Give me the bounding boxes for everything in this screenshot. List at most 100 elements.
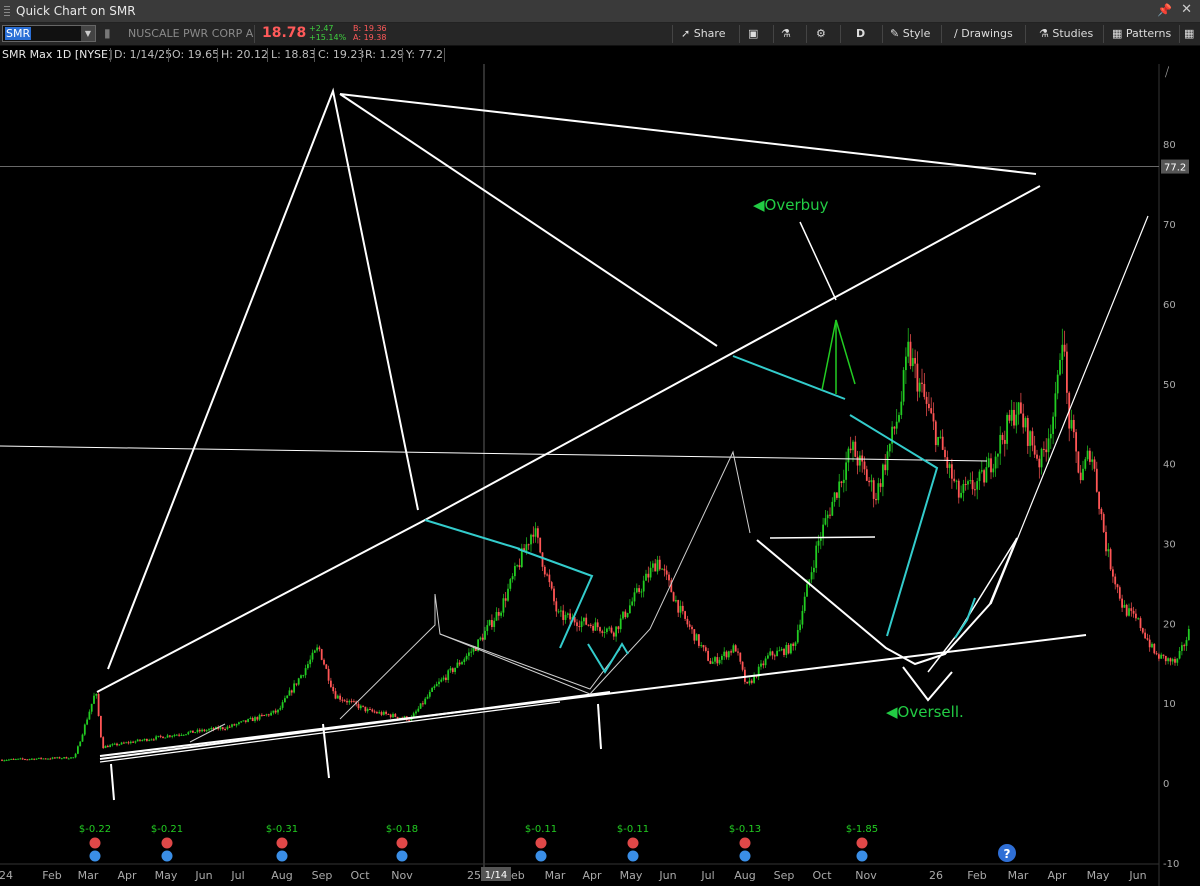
candle-body: [180, 734, 183, 736]
candle-body: [208, 729, 210, 731]
candle-body: [702, 645, 705, 648]
timeframe-button[interactable]: D: [856, 27, 865, 40]
candle-body: [14, 759, 17, 761]
candle-body: [445, 677, 447, 680]
earnings-icon: [276, 837, 288, 849]
candle-body: [307, 664, 309, 669]
snapshot-icon[interactable]: ▣: [748, 27, 758, 40]
candle-body: [599, 627, 601, 632]
candle-body: [877, 483, 880, 501]
earnings-icon: [535, 837, 547, 849]
share-icon: ➚: [681, 27, 691, 40]
candle-body: [886, 451, 889, 471]
x-tick-label: 26: [929, 869, 943, 882]
candle-body: [962, 483, 965, 493]
candle-body: [81, 734, 84, 742]
candle-body: [900, 401, 903, 416]
patterns-button[interactable]: ▦ Patterns: [1112, 27, 1171, 40]
candle-body: [1063, 344, 1066, 352]
candle-body: [242, 720, 245, 722]
earnings-label: $-0.11: [525, 824, 557, 835]
x-tick-label: May: [1087, 869, 1110, 882]
price-change: +2.47 +15.14%: [309, 24, 346, 42]
candle-body: [244, 720, 247, 722]
candle-body: [279, 707, 282, 710]
x-tick-label: Jul: [230, 869, 244, 882]
triangle-left-lines: [107, 87, 419, 670]
price-chart[interactable]: -10 0 10 20 30 40 50 60 70 80 ⧸ 77.2 ◀Overbuy ◀Overse…: [0, 64, 1200, 886]
gear-icon[interactable]: ⚙: [816, 27, 826, 40]
flask-icon[interactable]: ⚗: [781, 27, 791, 40]
link-icon[interactable]: ▮: [104, 26, 111, 40]
candle-body: [619, 618, 622, 630]
candle-body: [826, 514, 829, 519]
candle-body: [861, 455, 864, 462]
candle-body: [231, 724, 233, 727]
candle-body: [336, 695, 339, 699]
bid-value: B: 19.36: [353, 24, 387, 33]
zigzag-grey-1: [339, 450, 751, 720]
candle-body: [1185, 640, 1188, 646]
candle-body: [438, 681, 440, 685]
support-line-3: [99, 701, 561, 763]
candle-body: [838, 481, 841, 498]
chevron-down-icon[interactable]: ▼: [81, 26, 95, 41]
sidebar-toggle-icon[interactable]: ▦: [1184, 27, 1194, 40]
symbol-input[interactable]: SMR ▼: [2, 25, 96, 42]
axis-scale-icon: ⧸: [1165, 65, 1170, 79]
drawings-button[interactable]: ∕ Drawings: [954, 27, 1013, 40]
candle-body: [484, 630, 486, 640]
candle-body: [203, 729, 206, 732]
candle-body: [509, 579, 512, 589]
candle-body: [833, 492, 836, 502]
candle-body: [688, 624, 691, 627]
candle-body: [500, 612, 502, 616]
candle-body: [711, 661, 714, 664]
horizontal-resistance: [0, 445, 988, 462]
drag-grip-icon[interactable]: [4, 6, 10, 16]
candle-body: [1082, 468, 1084, 481]
candle-body: [980, 470, 983, 472]
earnings-label: $-0.11: [617, 824, 649, 835]
candle-body: [767, 655, 769, 659]
candle-body: [1151, 643, 1153, 648]
candle-body: [1013, 409, 1015, 426]
candle-body: [249, 717, 252, 719]
candle-body: [1047, 438, 1050, 453]
candle-body: [907, 341, 910, 357]
style-button[interactable]: ✎ Style: [890, 27, 930, 40]
candle-body: [695, 634, 698, 641]
close-icon[interactable]: ✕: [1181, 2, 1192, 17]
candle-body: [748, 680, 751, 684]
y-tick-label: 30: [1163, 539, 1176, 550]
x-tick-label: Jun: [1128, 869, 1146, 882]
candle-body: [918, 382, 921, 392]
y-tick-label: -10: [1163, 859, 1179, 870]
candle-body: [1077, 451, 1080, 473]
candle-body: [939, 436, 942, 438]
candle-body: [334, 691, 337, 699]
earnings-icon: [161, 837, 173, 849]
candle-body: [47, 758, 49, 760]
pin-icon[interactable]: 📌: [1157, 3, 1172, 17]
candle-body: [1153, 643, 1156, 654]
candle-body: [684, 611, 686, 619]
candle-body: [911, 358, 914, 367]
candle-body: [1017, 402, 1020, 415]
studies-button[interactable]: ⚗ Studies: [1039, 27, 1093, 40]
candle-body: [1164, 655, 1167, 662]
share-button[interactable]: ➚ Share: [681, 27, 725, 40]
candle-body: [159, 735, 162, 737]
candle-body: [946, 457, 949, 468]
candle-body: [60, 758, 63, 760]
candle-body: [346, 700, 348, 703]
candle-body: [72, 757, 75, 759]
candle-body: [198, 729, 201, 732]
candle-body: [1072, 419, 1075, 433]
candle-body: [1183, 645, 1186, 647]
candle-body: [341, 699, 344, 701]
candle-body: [658, 559, 661, 570]
earnings-label: $-0.13: [729, 824, 761, 835]
candle-body: [783, 648, 785, 655]
candle-body: [369, 709, 371, 711]
